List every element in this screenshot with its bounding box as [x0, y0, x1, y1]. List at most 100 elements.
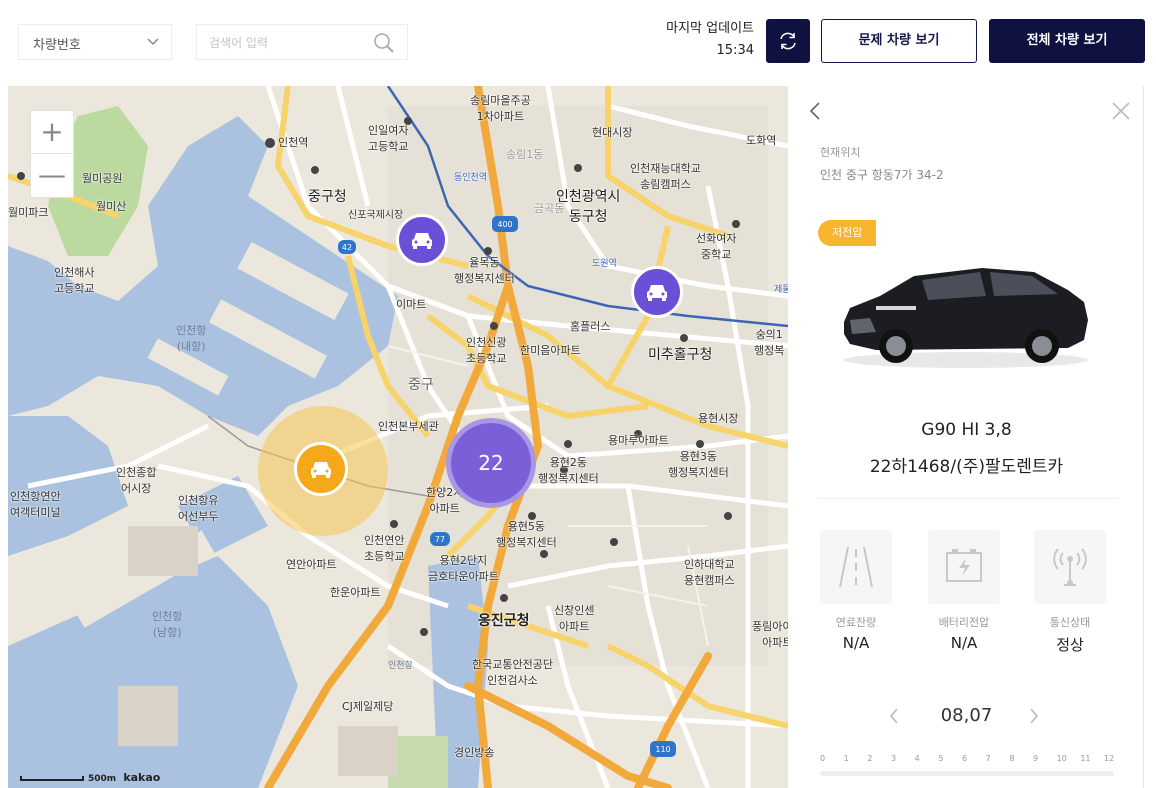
map-label: 연안아파트: [286, 558, 337, 571]
map-label: 한운아파트: [330, 586, 381, 599]
location-value: 인천 중구 항동7가 34-2: [820, 168, 944, 182]
map-label: 용현3동 행정복지센터: [668, 450, 729, 479]
stat-value: 정상: [1056, 636, 1084, 654]
location-label: 현재위치: [820, 146, 861, 159]
map-label: 동인천역: [454, 173, 488, 183]
stat-label: 배터리전압: [938, 616, 990, 629]
map-label: 인천항유 어선부두: [178, 494, 219, 523]
map-label: 인하대학교 용현캠퍼스: [684, 558, 735, 587]
vehicle-cluster[interactable]: 22: [446, 418, 536, 508]
vehicle-select-value: 차량번호: [33, 38, 81, 53]
map-label: 인천종합 어시장: [116, 466, 157, 495]
road-shield-110: 110: [655, 745, 670, 754]
map-label: 인천항: [388, 661, 413, 671]
problem-vehicles-button[interactable]: 문제 차량 보기: [821, 19, 977, 63]
close-icon[interactable]: [1110, 100, 1132, 122]
stat-battery: 배터리전압 N/A: [914, 530, 1014, 652]
hour-tick-label: 4: [914, 754, 920, 763]
zoom-in-button[interactable]: +: [31, 111, 73, 154]
vehicle-marker[interactable]: [631, 266, 683, 318]
map-label: 용현2단지 금호타운아파트: [428, 554, 499, 583]
map-label: 용현5동 행정복지센터: [496, 520, 557, 549]
map-label: 신포국제시장: [348, 210, 404, 221]
search-box: [196, 24, 408, 60]
map-view[interactable]: 42 400 77 110 인천역 인일여자 고등학교 중구청 신포국제시장 인…: [8, 86, 788, 788]
map-label: 인천광역시 동구청: [556, 189, 621, 225]
map-label: 송림1동: [506, 148, 544, 161]
vehicle-marker[interactable]: [396, 214, 448, 266]
map-label: 선화여자 중학교: [696, 232, 737, 261]
hour-tick-label: 9: [1033, 754, 1039, 763]
scale-label: 500m: [88, 774, 117, 784]
fuel-road-icon: [820, 530, 892, 604]
search-input[interactable]: [209, 33, 359, 53]
zoom-out-button[interactable]: —: [31, 154, 73, 197]
stat-fuel: 연료잔량 N/A: [806, 530, 906, 652]
status-badge: 저전압: [818, 220, 877, 246]
road-shield-42: 42: [342, 243, 352, 252]
all-vehicles-button[interactable]: 전체 차량 보기: [989, 19, 1145, 63]
vehicle-model: G90 HI 3,8: [921, 420, 1012, 440]
map-label: 한국교통안전공단 인천검사소: [472, 658, 553, 687]
hour-tick-label: 11: [1080, 754, 1091, 763]
refresh-icon: [780, 32, 796, 50]
map-label: 도원역: [592, 259, 617, 269]
map-label: 인천항 (남항): [152, 610, 183, 639]
map-scale: 500m kakao: [20, 771, 160, 784]
map-label: 경인방송: [454, 746, 495, 759]
map-label: 송림마을주공 1차아파트: [470, 94, 531, 123]
hour-tick-label: 3: [891, 754, 897, 763]
map-label: 신창인센 아파트: [554, 604, 595, 633]
map-label: 숭의1 행정복: [754, 328, 785, 357]
panel-divider: [1143, 86, 1144, 788]
hour-ticks: 0 1 2 3 4 5 6 7 8 9 10 11 12: [820, 754, 1114, 766]
stat-label: 연료잔량: [835, 616, 877, 629]
search-icon[interactable]: [371, 30, 397, 56]
map-label: 인천연안 초등학교: [364, 534, 405, 563]
map-label: 현대시장: [592, 126, 633, 139]
map-label: CJ제일제당: [342, 700, 394, 713]
map-label: 풍림아이원 아파트: [752, 620, 788, 649]
map-label: 용마루아파트: [608, 434, 669, 447]
road-shield-400: 400: [497, 220, 512, 229]
map-label: 용현시장: [698, 412, 739, 425]
hour-tick-label: 8: [1009, 754, 1015, 763]
map-label: 인천신광 초등학교: [466, 336, 507, 365]
map-provider-logo: kakao: [123, 771, 161, 784]
stat-label: 통신상태: [1049, 616, 1091, 629]
map-label: 인천해사 고등학교: [54, 266, 95, 295]
map-label: 인천재능대학교 송림캠퍼스: [630, 162, 701, 191]
map-label: 홈플러스: [570, 320, 611, 333]
battery-icon: [928, 530, 1000, 604]
map-label: 도화역: [746, 134, 777, 147]
scale-bar: [20, 776, 84, 781]
timeline-slider[interactable]: [820, 771, 1114, 776]
stat-value: N/A: [842, 634, 870, 652]
car-icon: [647, 285, 667, 301]
road-shield-77: 77: [435, 535, 445, 544]
current-date: 08,07: [940, 705, 993, 726]
map-label: 제물포: [774, 285, 788, 295]
map-label: 월미파크: [8, 206, 49, 219]
next-date-icon[interactable]: [1026, 706, 1042, 726]
hour-tick-label: 5: [938, 754, 944, 763]
refresh-button[interactable]: [766, 19, 810, 63]
back-arrow-icon[interactable]: [806, 100, 826, 122]
car-icon: [311, 462, 331, 478]
stat-connection: 통신상태 정상: [1020, 530, 1120, 655]
last-update-time: 15:34: [716, 43, 754, 58]
hour-tick-label: 1: [843, 754, 849, 763]
last-update: 마지막 업데이트 15:34: [666, 18, 754, 62]
selected-vehicle-marker[interactable]: [294, 442, 348, 496]
last-update-label: 마지막 업데이트: [666, 21, 754, 36]
map-label: 미추홀구청: [648, 347, 713, 363]
map-label: 인천항 (내항): [176, 324, 207, 353]
map-label: 인천항연안 여객터미널: [10, 490, 61, 519]
signal-antenna-icon: [1034, 530, 1106, 604]
map-label: 인일여자 고등학교: [368, 124, 409, 153]
map-label: 이마트: [396, 298, 427, 311]
map-label: 월미산: [96, 200, 127, 213]
vehicle-number-select[interactable]: 차량번호: [18, 24, 172, 60]
map-label: 중구청: [308, 189, 347, 205]
map-label: 용현2동 행정복지센터: [538, 456, 599, 485]
